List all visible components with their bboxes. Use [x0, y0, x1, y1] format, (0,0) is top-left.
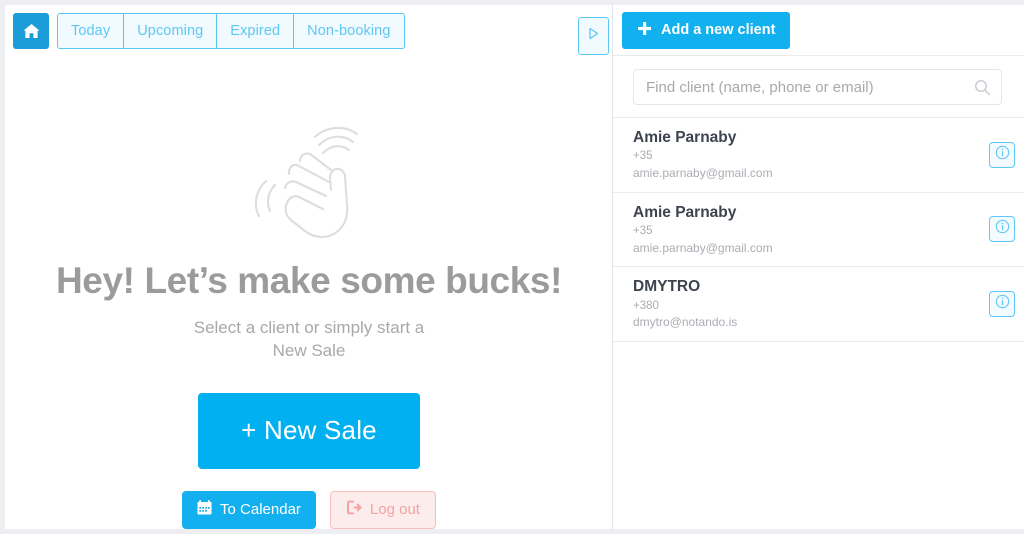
logout-button[interactable]: Log out [329, 490, 436, 529]
tab-upcoming[interactable]: Upcoming [124, 13, 218, 48]
app-window: Today Upcoming Expired Non-booking Hey! … [5, 5, 1024, 529]
new-sale-label: + New Sale [241, 415, 377, 446]
client-info-button[interactable] [989, 290, 1015, 317]
calendar-icon [197, 500, 212, 519]
search-input[interactable] [634, 70, 1001, 104]
add-new-client-button[interactable]: Add a new client [622, 11, 791, 49]
client-info-button[interactable] [989, 216, 1015, 243]
tab-non-booking-label: Non-booking [307, 22, 391, 39]
clients-pane: Add a new client Amie Parnaby +35 amie.p… [613, 5, 1024, 529]
tab-expired-label: Expired [230, 22, 281, 39]
tab-upcoming-label: Upcoming [137, 22, 204, 39]
logout-label: Log out [369, 501, 420, 519]
client-list: Amie Parnaby +35 amie.parnaby@gmail.com … [613, 117, 1024, 342]
client-name: Amie Parnaby [633, 129, 737, 146]
tab-expired[interactable]: Expired [217, 13, 295, 48]
client-name: Amie Parnaby [633, 203, 737, 221]
filter-tab-group: Today Upcoming Expired Non-booking [57, 12, 405, 49]
client-search-box[interactable] [633, 69, 1002, 105]
expand-panel-button[interactable] [578, 17, 609, 55]
table-row[interactable]: Amie Parnaby +35 amie.parnaby@gmail.com [613, 193, 1024, 268]
plus-icon [637, 21, 652, 40]
client-info-button[interactable] [989, 141, 1015, 168]
client-phone: +35 [633, 150, 653, 163]
info-circle-icon [995, 219, 1010, 239]
play-triangle-icon [587, 26, 600, 46]
client-email: amie.parnaby@gmail.com [633, 166, 773, 181]
home-button[interactable] [13, 12, 49, 49]
to-calendar-button[interactable]: To Calendar [182, 490, 316, 529]
main-content-pane: Today Upcoming Expired Non-booking Hey! … [5, 5, 613, 529]
client-phone: +380 [633, 299, 659, 312]
table-row[interactable]: Amie Parnaby +35 amie.parnaby@gmail.com [613, 118, 1024, 193]
search-icon[interactable] [974, 79, 991, 101]
info-circle-icon [995, 145, 1010, 165]
clients-header: Add a new client [613, 5, 1024, 56]
secondary-action-row: To Calendar Log out [5, 490, 613, 529]
add-new-client-label: Add a new client [661, 22, 776, 38]
new-sale-button[interactable]: + New Sale [198, 392, 420, 469]
client-search-area [613, 56, 1024, 117]
waving-hand-icon [245, 125, 373, 243]
page-title: Hey! Let’s make some bucks! [55, 260, 563, 301]
client-email: dmytro@notando.is [633, 315, 738, 330]
client-phone: +35 [633, 224, 653, 237]
tab-today-label: Today [71, 22, 111, 39]
client-email: amie.parnaby@gmail.com [633, 240, 773, 255]
tab-today[interactable]: Today [58, 13, 125, 48]
client-name: DMYTRO [633, 278, 701, 296]
logout-icon [346, 500, 362, 519]
home-icon [22, 22, 41, 40]
info-circle-icon [995, 294, 1010, 314]
empty-state: Hey! Let’s make some bucks! Select a cli… [5, 125, 613, 529]
tab-non-booking[interactable]: Non-booking [294, 13, 404, 48]
page-subtitle: Select a client or simply start a New Sa… [193, 317, 425, 360]
table-row[interactable]: DMYTRO +380 dmytro@notando.is [613, 267, 1024, 342]
top-toolbar: Today Upcoming Expired Non-booking [5, 5, 613, 56]
to-calendar-label: To Calendar [220, 501, 301, 519]
